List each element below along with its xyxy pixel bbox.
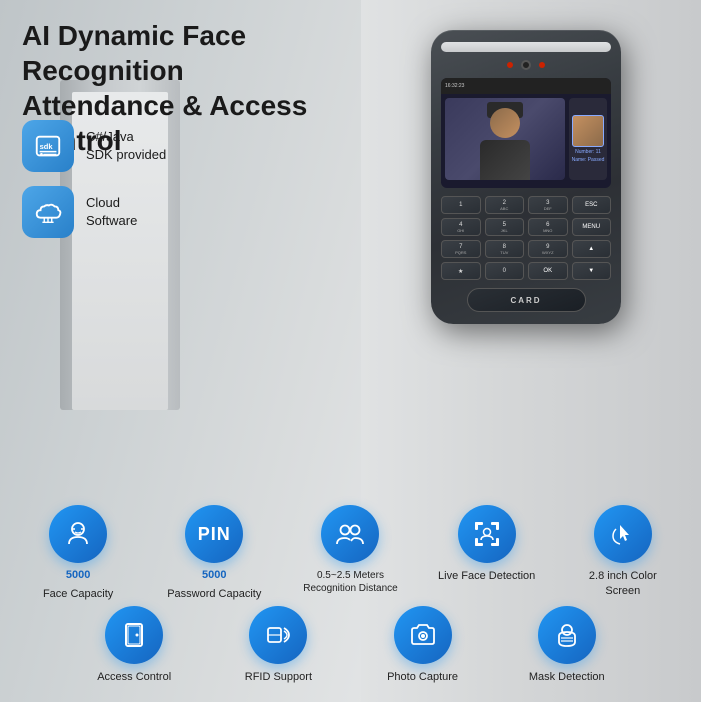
sdk-icon: sdk bbox=[33, 131, 63, 161]
sdk-icon-container: sdk bbox=[22, 120, 74, 172]
key-down[interactable]: ▼ bbox=[572, 262, 612, 280]
device-container: 16:32:23 Number: 11 Name: Passed bbox=[431, 30, 641, 324]
camera-icon bbox=[408, 620, 438, 650]
key-menu[interactable]: MENU bbox=[572, 218, 612, 236]
device: 16:32:23 Number: 11 Name: Passed bbox=[431, 30, 621, 324]
key-4[interactable]: 4GHI bbox=[441, 218, 481, 236]
live-face-icon bbox=[458, 505, 516, 563]
photo-capture-label: Photo Capture bbox=[387, 670, 458, 684]
recognition-icon bbox=[321, 505, 379, 563]
key-7[interactable]: 7PQRS bbox=[441, 240, 481, 258]
feature-live-face: Live Face Detection bbox=[437, 505, 537, 601]
sensor-red-left bbox=[507, 62, 513, 68]
bottom-features: 5000 Face Capacity PIN 5000 Password Cap… bbox=[10, 505, 691, 688]
face-capacity-icon bbox=[49, 505, 107, 563]
device-top-bar bbox=[441, 42, 611, 52]
key-star[interactable]: ★ bbox=[441, 262, 481, 280]
pin-label: Password Capacity bbox=[167, 587, 261, 601]
feature-rfid: RFID Support bbox=[228, 606, 328, 684]
feature-pin: PIN 5000 Password Capacity bbox=[164, 505, 264, 601]
key-0[interactable]: 0 bbox=[485, 262, 525, 280]
key-9[interactable]: 9WXYZ bbox=[528, 240, 568, 258]
screen-info1: Number: 11 bbox=[575, 149, 601, 155]
access-control-label: Access Control bbox=[97, 670, 171, 684]
access-control-icon bbox=[105, 606, 163, 664]
key-8[interactable]: 8TUV bbox=[485, 240, 525, 258]
face-detect-icon bbox=[472, 519, 502, 549]
rfid-label: RFID Support bbox=[245, 670, 312, 684]
key-5[interactable]: 5JKL bbox=[485, 218, 525, 236]
mask-detection-icon bbox=[538, 606, 596, 664]
key-up[interactable]: ▲ bbox=[572, 240, 612, 258]
face-icon bbox=[63, 519, 93, 549]
key-6[interactable]: 6MNO bbox=[528, 218, 568, 236]
face-main-display bbox=[445, 98, 565, 180]
feature-sdk: sdk C#/Java SDK provided bbox=[22, 120, 166, 172]
feature-access-control: Access Control bbox=[84, 606, 184, 684]
svg-text:sdk: sdk bbox=[40, 142, 54, 151]
feature-cloud: Cloud Software bbox=[22, 186, 166, 238]
cloud-icon bbox=[33, 197, 63, 227]
face-capacity-count: 5000 bbox=[66, 569, 90, 581]
screen-header: 16:32:23 bbox=[441, 78, 611, 94]
pin-badge: PIN bbox=[185, 505, 243, 563]
rfid-symbol bbox=[263, 620, 293, 650]
face-thumbnail bbox=[572, 115, 604, 147]
mask-detection-label: Mask Detection bbox=[529, 670, 605, 684]
key-3[interactable]: 3DEF bbox=[528, 196, 568, 214]
face-capacity-label: Face Capacity bbox=[43, 587, 113, 601]
title-line1: AI Dynamic Face Recognition bbox=[22, 18, 372, 88]
device-screen: 16:32:23 Number: 11 Name: Passed bbox=[441, 78, 611, 188]
sdk-label2: SDK provided bbox=[86, 146, 166, 164]
keypad: 1 2ABC 3DEF ESC 4GHI 5JKL 6MNO MENU 7PQR… bbox=[441, 196, 611, 280]
feature-face-capacity: 5000 Face Capacity bbox=[28, 505, 128, 601]
color-screen-icon bbox=[594, 505, 652, 563]
key-2[interactable]: 2ABC bbox=[485, 196, 525, 214]
key-1[interactable]: 1 bbox=[441, 196, 481, 214]
color-screen-label: 2.8 inch Color Screen bbox=[573, 569, 673, 598]
recognition-label: 0.5~2.5 MetersRecognition Distance bbox=[303, 569, 398, 595]
photo-capture-icon bbox=[394, 606, 452, 664]
rfid-icon bbox=[249, 606, 307, 664]
screen-info2: Name: Passed bbox=[572, 157, 605, 163]
device-sensors bbox=[441, 60, 611, 70]
mask-icon bbox=[552, 620, 582, 650]
key-ok[interactable]: OK bbox=[528, 262, 568, 280]
feature-mask-detection: Mask Detection bbox=[517, 606, 617, 684]
feature-recognition: 0.5~2.5 MetersRecognition Distance bbox=[300, 505, 400, 601]
sdk-text: C#/Java SDK provided bbox=[86, 128, 166, 164]
cloud-text: Cloud Software bbox=[86, 194, 137, 230]
sensor-red-right bbox=[539, 62, 545, 68]
cloud-label1: Cloud bbox=[86, 194, 137, 212]
live-face-label: Live Face Detection bbox=[438, 569, 535, 583]
cloud-icon-container bbox=[22, 186, 74, 238]
sensor-camera bbox=[521, 60, 531, 70]
bottom-row-2: Access Control RFID Support bbox=[10, 606, 691, 684]
feature-color-screen: 2.8 inch Color Screen bbox=[573, 505, 673, 601]
card-label: CARD bbox=[510, 296, 541, 305]
pin-count: 5000 bbox=[202, 569, 226, 581]
cloud-label2: Software bbox=[86, 212, 137, 230]
feature-photo-capture: Photo Capture bbox=[373, 606, 473, 684]
users-icon bbox=[335, 519, 365, 549]
bottom-row-1: 5000 Face Capacity PIN 5000 Password Cap… bbox=[10, 505, 691, 601]
key-esc[interactable]: ESC bbox=[572, 196, 612, 214]
person-head bbox=[490, 108, 520, 138]
card-button[interactable]: CARD bbox=[467, 288, 586, 312]
screen-face-area: Number: 11 Name: Passed bbox=[441, 94, 611, 184]
main-content: AI Dynamic Face Recognition Attendance &… bbox=[0, 0, 701, 702]
touch-icon bbox=[608, 519, 638, 549]
door-icon bbox=[119, 620, 149, 650]
person-body bbox=[480, 140, 530, 180]
sdk-label1: C#/Java bbox=[86, 128, 166, 146]
features-left: sdk C#/Java SDK provided bbox=[22, 120, 166, 238]
screen-time: 16:32:23 bbox=[445, 83, 464, 89]
face-side-panel: Number: 11 Name: Passed bbox=[569, 98, 607, 180]
